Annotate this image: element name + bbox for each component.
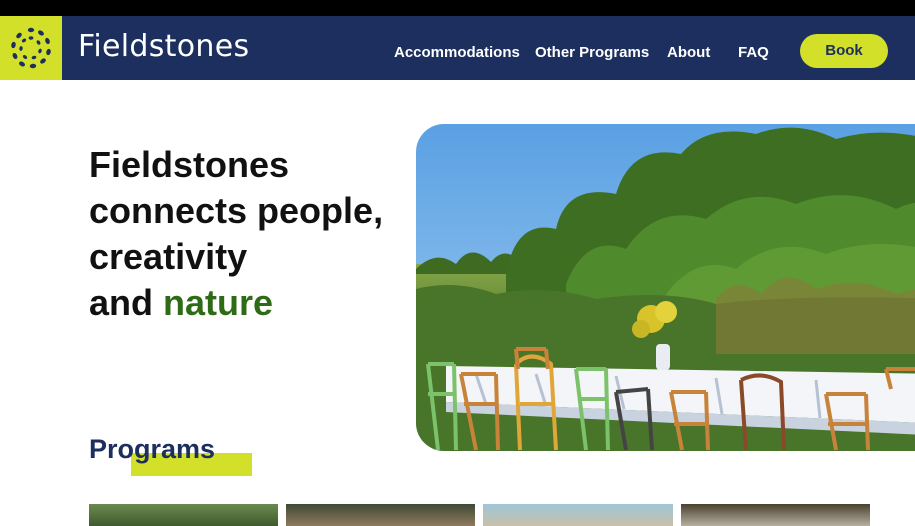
nav-link-faq[interactable]: FAQ [738,44,769,61]
hero-highlight-word: nature [163,282,274,323]
nav-link-accommodations[interactable]: Accommodations [394,44,520,61]
hero-line-2: connects people, [89,190,384,231]
hero-image [416,124,915,451]
program-card-3[interactable] [483,504,673,526]
nav-link-other-programs[interactable]: Other Programs [535,44,649,61]
hero-heading: Fieldstones connects people, creativity … [89,142,383,326]
book-button[interactable]: Book [800,34,888,68]
program-card-1[interactable] [89,504,278,526]
circle-dots-logo-icon [11,27,51,69]
hero-line-3: creativity [89,236,248,277]
programs-heading: Programs [89,434,216,464]
logo[interactable] [0,16,62,80]
hero-line-4-prefix: and [89,282,164,323]
program-card-4[interactable] [681,504,870,526]
brand-name[interactable]: Fieldstones [78,29,249,64]
program-card-2[interactable] [286,504,475,526]
site-header: Fieldstones Accommodations Other Program… [0,16,915,80]
hero-line-1: Fieldstones [89,144,290,185]
hero-illustration [416,124,915,451]
nav-link-about[interactable]: About [667,44,710,61]
browser-top-strip [0,0,915,16]
